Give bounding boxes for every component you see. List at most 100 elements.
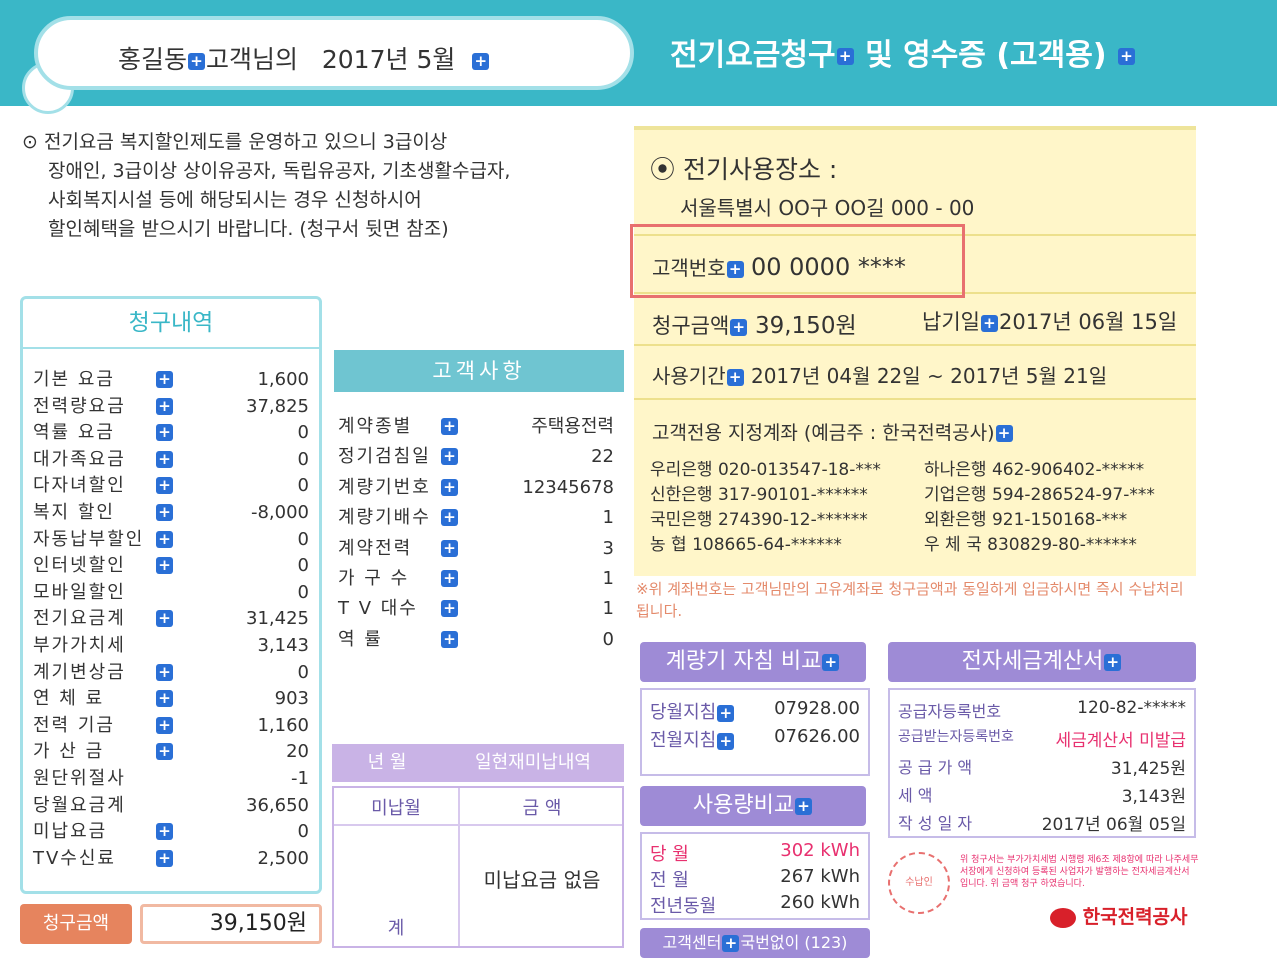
billing-label: 자동납부할인: [33, 528, 145, 550]
plus-icon[interactable]: +: [156, 743, 173, 761]
plus-icon[interactable]: +: [1104, 653, 1122, 671]
billing-row: 전력량요금 37,825 +: [33, 394, 309, 421]
customer-number-highlight: [630, 224, 965, 298]
plus-icon[interactable]: +: [156, 610, 173, 628]
arrears-header-title: 일현재미납내역: [475, 752, 591, 773]
plus-icon[interactable]: +: [441, 630, 458, 648]
due-row: 납기일 +2017년 06월 15일: [922, 306, 1177, 336]
account-item: 외환은행 921-150168-***: [924, 510, 1128, 530]
billing-value: 1,160: [257, 714, 309, 736]
billing-label: 연 체 료: [33, 688, 105, 710]
billing-title: 청구내역: [23, 299, 319, 349]
tax-invoice-title: 전자세금계산서: [961, 649, 1104, 674]
meter-compare-header: 계량기 자침 비교 +: [640, 642, 866, 682]
plus-icon[interactable]: +: [717, 704, 735, 722]
accounts-right: 하나은행 462-906402-***** 기업은행 594-286524-97…: [924, 458, 1155, 558]
arrears-sum: 계: [387, 918, 405, 939]
customer-info-value: 1: [602, 568, 614, 589]
receipt-stamp: 수납인: [888, 852, 950, 914]
plus-icon[interactable]: +: [995, 425, 1013, 442]
plus-icon[interactable]: +: [156, 849, 173, 867]
billing-row: 전력 기금 1,160 +: [33, 713, 309, 740]
billing-row: 대가족요금 0 +: [33, 447, 309, 474]
plus-icon[interactable]: +: [1118, 48, 1136, 65]
plus-icon[interactable]: +: [980, 314, 998, 332]
tax-value: 120-82-*****: [1077, 698, 1186, 718]
meter-prev-value: 07626.00: [774, 726, 860, 747]
billing-value: 903: [274, 688, 309, 710]
usage-period: 2017년 04월 22일 ~ 2017년 5월 21일: [750, 364, 1108, 388]
plus-icon[interactable]: +: [441, 448, 458, 466]
plus-icon[interactable]: +: [156, 424, 173, 442]
billing-row: 계기변상금 0 +: [33, 660, 309, 687]
customer-center-badge[interactable]: 고객센터 + 국번없이 (123): [640, 928, 870, 958]
billing-row: 전기요금계 31,425 +: [33, 606, 309, 633]
plus-icon[interactable]: +: [822, 653, 840, 671]
billing-value: -8,000: [250, 502, 309, 523]
plus-icon[interactable]: +: [441, 570, 458, 587]
plus-icon[interactable]: +: [156, 557, 173, 575]
notice-line: 사회복지시설 등에 해당되시는 경우 신청하시어: [48, 189, 422, 211]
plus-icon[interactable]: +: [441, 600, 458, 618]
amount-row: 청구금액 + 39,150원: [652, 306, 857, 340]
account-item: 우 체 국 830829-80-******: [924, 535, 1137, 555]
plus-icon[interactable]: +: [156, 690, 173, 708]
meter-compare-title: 계량기 자침 비교: [665, 649, 822, 674]
tax-label: 세 액: [898, 786, 933, 805]
plus-icon[interactable]: +: [717, 732, 735, 750]
customer-info-label: 계량기번호: [338, 476, 431, 498]
plus-icon[interactable]: +: [441, 539, 458, 557]
plus-icon[interactable]: +: [472, 52, 490, 70]
tax-value: 세금계산서 미발급: [1055, 731, 1186, 751]
billing-value: 1,600: [257, 369, 309, 390]
usage-value-prev: 267 kWh: [780, 866, 860, 887]
customer-info-label: 역 률: [338, 628, 383, 650]
plus-icon[interactable]: +: [836, 48, 854, 65]
customer-name: 홍길동: [118, 45, 188, 74]
customer-info-label: 계약종별: [338, 416, 413, 437]
billing-label: 계기변상금: [33, 661, 126, 683]
customer-info-row: 정기검침일 +22: [338, 442, 614, 473]
billing-row: 미납요금 0 +: [33, 819, 309, 846]
billing-label: 미납요금: [33, 821, 108, 843]
billing-label: 전력 기금: [33, 714, 115, 736]
plus-icon[interactable]: +: [441, 418, 458, 435]
customer-info-label: 정기검침일: [338, 446, 431, 468]
billing-value: 2,500: [257, 847, 309, 869]
billing-row: 기본 요금 1,600 +: [33, 367, 309, 394]
plus-icon[interactable]: +: [188, 52, 206, 70]
plus-icon[interactable]: +: [726, 369, 744, 386]
plus-icon[interactable]: +: [156, 716, 173, 734]
billing-row: 역률 요금 0 +: [33, 420, 309, 447]
usage-period-row: 사용기간 + 2017년 04월 22일 ~ 2017년 5월 21일: [652, 360, 1107, 389]
divider: [334, 824, 622, 826]
plus-icon[interactable]: +: [156, 397, 173, 415]
plus-icon[interactable]: +: [722, 935, 740, 952]
plus-icon[interactable]: +: [156, 530, 173, 548]
meter-current-label: 당월지침 +: [650, 698, 735, 724]
welfare-notice: ⊙ 전기요금 복지할인제도를 운영하고 있으니 3급이상 장애인, 3급이상 상…: [22, 128, 622, 244]
plus-icon[interactable]: +: [156, 504, 173, 521]
billing-label: 원단위절사: [33, 768, 126, 789]
tax-invoice-box: 공급자등록번호 120-82-***** 공급받는자등록번호 세금계산서 미발급…: [888, 688, 1196, 838]
plus-icon[interactable]: +: [441, 478, 458, 496]
plus-icon[interactable]: +: [156, 450, 173, 468]
plus-icon[interactable]: +: [730, 318, 748, 336]
billing-row: TV수신료 2,500 +: [33, 846, 309, 873]
billing-row: 부가가치세 3,143: [33, 633, 309, 660]
plus-icon[interactable]: +: [156, 371, 173, 388]
billing-label: 모바일할인: [33, 581, 126, 603]
plus-icon[interactable]: +: [156, 823, 173, 841]
customer-info-row: T V 대수 +1: [338, 594, 614, 625]
total-value: 39,150원: [140, 904, 322, 944]
billing-label: 부가가치세: [33, 635, 126, 656]
plus-icon[interactable]: +: [441, 509, 458, 527]
arrears-col-amount: 금 액: [522, 798, 562, 819]
customer-info-value: 1: [602, 507, 614, 529]
plus-icon[interactable]: +: [156, 663, 173, 681]
billing-label: 역률 요금: [33, 422, 115, 444]
plus-icon[interactable]: +: [795, 797, 813, 815]
meter-compare-box: 당월지침 + 07928.00 전월지침 + 07626.00: [640, 688, 870, 776]
plus-icon[interactable]: +: [156, 477, 173, 495]
customer-info-row: 계량기번호 +12345678: [338, 473, 614, 504]
